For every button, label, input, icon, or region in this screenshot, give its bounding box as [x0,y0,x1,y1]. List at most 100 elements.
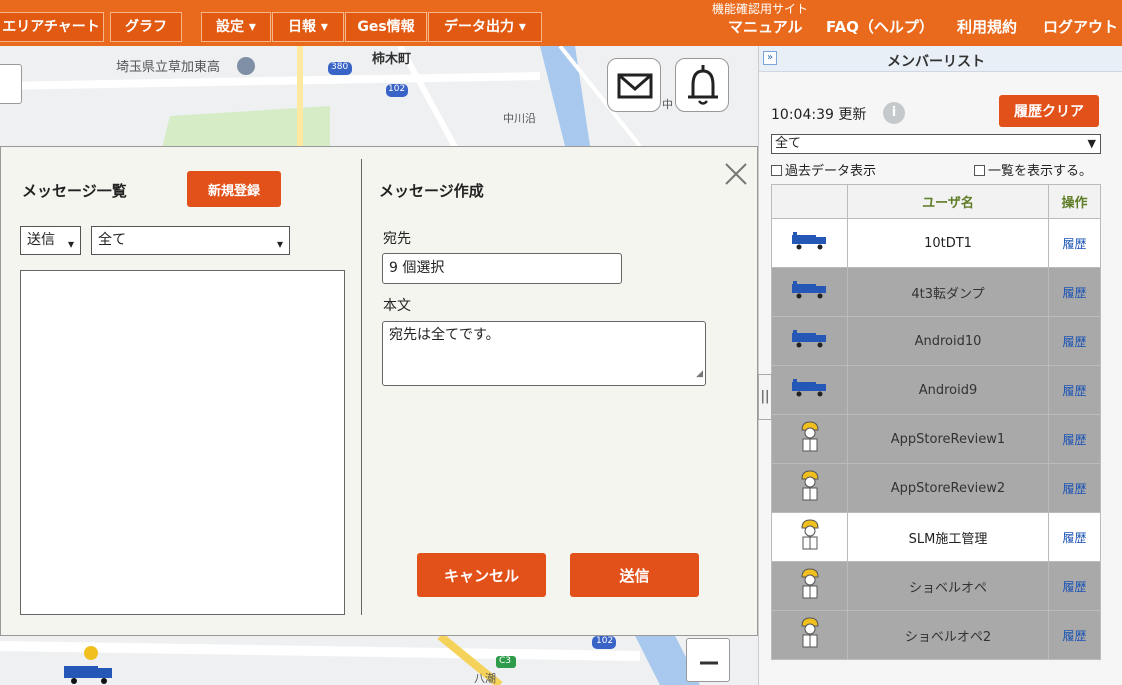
member-name: AppStoreReview1 [847,414,1049,464]
route-102-label: 102 [388,84,406,94]
table-header-row: ユーザ名 操作 [771,184,1101,219]
member-action-cell: 履歴 [1048,561,1101,611]
route-c3-label: C3 [499,656,512,666]
member-action-cell: 履歴 [1048,267,1101,317]
worker-icon [800,519,819,550]
worker-icon [800,421,819,452]
chevron-down-icon: ▾ [276,237,283,251]
zoom-out-button[interactable] [686,638,730,682]
map-vehicle-marker[interactable] [62,644,118,685]
member-name: SLM施工管理 [847,512,1049,562]
table-row[interactable]: ショベルオペ 履歴 [771,561,1101,611]
link-faq[interactable]: FAQ（ヘルプ） [826,16,934,37]
past-data-checkbox[interactable]: 過去データ表示 [771,160,876,179]
category-select[interactable]: 全て ▾ [91,226,290,255]
member-icon-cell [771,316,848,366]
route-102-label-south: 102 [596,636,614,646]
nav-daily-report[interactable]: 日報 ▾ [272,12,344,42]
column-header-icon [771,184,848,219]
map-layer-button[interactable] [0,64,22,104]
mail-button[interactable] [607,58,661,112]
bell-button[interactable] [675,58,729,112]
link-terms[interactable]: 利用規約 [957,16,1017,37]
member-filter-value: 全て [775,136,802,151]
map-label-yashio: 八潮 [474,672,496,685]
member-panel-header: » メンバーリスト [759,46,1122,72]
recipient-value: 9 個選択 [389,260,445,276]
history-link[interactable]: 履歴 [1062,335,1086,349]
history-link[interactable]: 履歴 [1062,482,1086,496]
checkbox-box[interactable] [974,165,985,176]
body-textarea[interactable]: 宛先は全てです。 ◢ [382,321,706,386]
chevron-down-icon: ▼ [1087,137,1096,150]
member-action-cell: 履歴 [1048,414,1101,464]
map-label-river: 中川沿 [503,112,536,125]
table-row[interactable]: Android10 履歴 [771,316,1101,366]
member-name: Android9 [847,365,1049,415]
past-data-label: 過去データ表示 [785,164,877,179]
bell-icon [688,65,718,105]
show-list-checkbox[interactable]: 一覧を表示する。 [974,160,1092,179]
resize-grip-icon[interactable]: ◢ [696,365,703,383]
close-icon[interactable] [723,161,749,187]
mail-icon [617,73,653,99]
new-message-button[interactable]: 新規登録 [187,171,281,207]
history-link[interactable]: 履歴 [1062,580,1086,594]
nav-data-export[interactable]: データ出力 ▾ [428,12,542,42]
table-row[interactable]: 10tDT1 履歴 [771,218,1101,268]
history-link[interactable]: 履歴 [1062,237,1086,251]
recipient-field[interactable]: 9 個選択 [382,253,622,284]
send-button[interactable]: 送信 [570,553,699,597]
history-link[interactable]: 履歴 [1062,384,1086,398]
member-name: ショベルオペ2 [847,610,1049,660]
history-link[interactable]: 履歴 [1062,629,1086,643]
member-icon-cell [771,414,848,464]
table-row[interactable]: SLM施工管理 履歴 [771,512,1101,562]
chevron-down-icon: ▾ [67,237,74,251]
member-icon-cell [771,561,848,611]
cancel-button[interactable]: キャンセル [417,553,546,597]
history-link[interactable]: 履歴 [1062,286,1086,300]
message-list-title: メッセージ一覧 [22,182,127,200]
history-link[interactable]: 履歴 [1062,433,1086,447]
nav-graph[interactable]: グラフ [110,12,182,42]
nav-settings[interactable]: 設定 ▾ [201,12,271,42]
direction-value: 送信 [27,232,55,248]
link-logout[interactable]: ログアウト [1043,16,1118,37]
worker-icon [800,568,819,599]
column-header-action: 操作 [1048,184,1101,219]
collapse-panel-icon[interactable]: » [763,51,777,65]
member-action-cell: 履歴 [1048,610,1101,660]
info-icon[interactable]: i [883,102,905,124]
member-filter-select[interactable]: 全て ▼ [771,134,1101,154]
nav-area-chart[interactable]: エリアチャート [0,12,104,42]
worker-icon [800,617,819,648]
clear-history-button[interactable]: 履歴クリア [999,95,1099,127]
panel-splitter-handle[interactable]: || [758,374,772,420]
top-navigation-bar: 機能確認用サイト エリアチャート グラフ 設定 ▾ 日報 ▾ Ges情報 データ… [0,0,1122,46]
compose-title: メッセージ作成 [379,182,484,200]
column-header-username: ユーザ名 [847,184,1049,219]
member-icon-cell [771,267,848,317]
checkbox-box[interactable] [771,165,782,176]
member-icon-cell [771,463,848,513]
site-label: 機能確認用サイト [712,2,809,16]
link-manual[interactable]: マニュアル [728,16,803,37]
member-name: Android10 [847,316,1049,366]
table-row[interactable]: Android9 履歴 [771,365,1101,415]
table-row[interactable]: 4t3転ダンプ 履歴 [771,267,1101,317]
direction-select[interactable]: 送信 ▾ [20,226,81,255]
member-name: AppStoreReview2 [847,463,1049,513]
update-time: 10:04:39 更新 [771,107,867,123]
history-link[interactable]: 履歴 [1062,531,1086,545]
truck-icon [791,232,826,250]
table-row[interactable]: AppStoreReview2 履歴 [771,463,1101,513]
message-list[interactable] [20,270,345,615]
nav-ges-info[interactable]: Ges情報 [345,12,427,42]
truck-icon [791,281,826,299]
member-action-cell: 履歴 [1048,463,1101,513]
table-row[interactable]: ショベルオペ2 履歴 [771,610,1101,660]
member-name: 4t3転ダンプ [847,267,1049,317]
table-row[interactable]: AppStoreReview1 履歴 [771,414,1101,464]
member-icon-cell [771,512,848,562]
